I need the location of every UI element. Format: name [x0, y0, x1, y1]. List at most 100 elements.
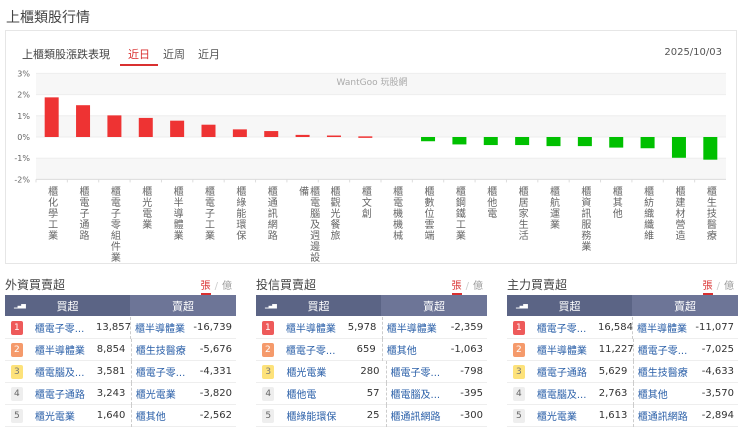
sell-sector-link[interactable]: 櫃半導體業	[135, 320, 193, 335]
bar-chart-icon[interactable]: ▁▃▅	[265, 302, 277, 309]
table-row: 3 櫃電子通路 5,629 櫃生技醫療 -4,633	[507, 360, 738, 383]
sell-sector-link[interactable]: 櫃其他	[136, 408, 200, 423]
rank-badge: 2	[513, 342, 525, 357]
buy-header: 買超	[558, 299, 581, 313]
buy-value: 5,978	[347, 322, 377, 333]
buy-sector-link[interactable]: 櫃電子通路	[537, 364, 599, 379]
bar[interactable]	[609, 137, 624, 148]
sell-sector-link[interactable]: 櫃電子零...	[638, 342, 702, 357]
sell-sector-link[interactable]: 櫃通訊網路	[391, 408, 455, 423]
buy-value: 1,613	[598, 410, 628, 421]
bar[interactable]	[358, 136, 373, 138]
sell-header: 賣超	[172, 299, 194, 313]
buy-sector-link[interactable]: 櫃光電業	[537, 408, 599, 423]
buy-sector-link[interactable]: 櫃電腦及...	[537, 386, 599, 401]
buy-sector-link[interactable]: 櫃光電業	[286, 364, 351, 379]
x-tick-label: 櫃其他	[610, 186, 622, 219]
sell-sector-link[interactable]: 櫃半導體業	[387, 320, 451, 335]
tab-day[interactable]: 近日	[120, 46, 158, 66]
bar[interactable]	[201, 124, 216, 137]
bar[interactable]	[138, 117, 153, 137]
buy-sector-link[interactable]: 櫃綠能環保	[286, 408, 351, 423]
bar[interactable]	[76, 105, 91, 137]
unit-billion-toggle[interactable]: 億	[724, 281, 734, 292]
buy-sector-link[interactable]: 櫃電子零...	[286, 342, 348, 357]
bar[interactable]	[546, 137, 561, 147]
sell-sector-link[interactable]: 櫃半導體業	[637, 320, 695, 335]
bar[interactable]	[421, 137, 436, 142]
buy-value: 1,640	[96, 410, 126, 421]
unit-lots-toggle[interactable]: 張	[200, 281, 211, 295]
bar[interactable]	[107, 115, 122, 137]
tab-month[interactable]: 近月	[198, 46, 220, 62]
buy-sector-link[interactable]: 櫃半導體業	[286, 320, 348, 335]
sell-sector-link[interactable]: 櫃光電業	[136, 386, 200, 401]
sell-sector-link[interactable]: 櫃電子零...	[136, 364, 200, 379]
x-tick-label: 櫃電腦及週邊設備	[296, 186, 319, 263]
bar[interactable]	[671, 137, 686, 158]
bar[interactable]	[295, 134, 310, 137]
sell-sector-link[interactable]: 櫃生技醫療	[136, 342, 200, 357]
sell-value: -1,063	[450, 344, 483, 355]
unit-lots-toggle[interactable]: 張	[451, 281, 462, 295]
table-row: 1 櫃電子零... 16,584 櫃半導體業 -11,077	[507, 316, 738, 339]
sell-sector-link[interactable]: 櫃其他	[387, 342, 451, 357]
bar[interactable]	[483, 137, 498, 146]
sell-value: -7,025	[701, 344, 734, 355]
sell-sector-link[interactable]: 櫃其他	[638, 386, 702, 401]
sell-sector-link[interactable]: 櫃電腦及...	[391, 386, 455, 401]
sell-value: -2,894	[701, 410, 734, 421]
bar[interactable]	[452, 137, 467, 145]
bar[interactable]	[703, 137, 718, 160]
buy-sector-link[interactable]: 櫃電子零...	[35, 320, 96, 335]
bar[interactable]	[326, 135, 341, 138]
sell-sector-link[interactable]: 櫃通訊網路	[638, 408, 702, 423]
rank-badge: 1	[11, 320, 23, 335]
buy-sector-link[interactable]: 櫃電腦及...	[35, 364, 97, 379]
x-tick-label: 櫃電子零組件業	[108, 186, 120, 263]
x-tick-label: 櫃資訊服務業	[578, 186, 590, 252]
rank-badge: 4	[11, 386, 23, 401]
table-row: 4 櫃電腦及... 2,763 櫃其他 -3,570	[507, 382, 738, 405]
table-row: 5 櫃光電業 1,613 櫃通訊網路 -2,894	[507, 404, 738, 427]
rank-badge: 4	[513, 386, 525, 401]
buy-value: 5,629	[598, 366, 628, 377]
sell-sector-link[interactable]: 櫃電子零...	[391, 364, 455, 379]
sector-performance-card: 3% 2% 1% 0% -1% -2% WantGoo 玩股網 櫃化學工業 櫃電子通路 櫃電子零…	[5, 30, 737, 264]
x-tick-label: 櫃數位雲端	[422, 186, 434, 241]
buy-value: 3,243	[96, 388, 126, 399]
rank-badge: 3	[513, 364, 525, 379]
buy-sector-link[interactable]: 櫃電子通路	[35, 386, 97, 401]
unit-billion-toggle[interactable]: 億	[473, 281, 483, 292]
bar-chart-icon[interactable]: ▁▃▅	[14, 302, 26, 309]
bar[interactable]	[640, 137, 655, 149]
rank-badge: 2	[262, 342, 274, 357]
tab-week[interactable]: 近周	[163, 46, 185, 62]
buy-value: 2,763	[598, 388, 628, 399]
sell-value: -395	[460, 388, 483, 399]
bar[interactable]	[515, 137, 530, 146]
rank-badge: 3	[262, 364, 275, 379]
buy-sector-link[interactable]: 櫃電子零...	[537, 320, 598, 335]
rank-badge: 5	[262, 408, 275, 423]
bar[interactable]	[232, 129, 247, 137]
buy-sector-link[interactable]: 櫃半導體業	[537, 342, 599, 357]
sell-sector-link[interactable]: 櫃生技醫療	[638, 364, 702, 379]
y-tick-label: 3%	[17, 69, 30, 78]
sell-value: -2,359	[450, 322, 483, 333]
y-tick-label: 1%	[17, 112, 30, 121]
bar[interactable]	[44, 97, 59, 137]
sell-value: -3,820	[199, 388, 232, 399]
bar[interactable]	[264, 131, 279, 137]
unit-lots-toggle[interactable]: 張	[702, 281, 713, 295]
buy-sector-link[interactable]: 櫃半導體業	[35, 342, 97, 357]
sell-header: 賣超	[423, 299, 445, 313]
table-row: 5 櫃光電業 1,640 櫃其他 -2,562	[5, 404, 236, 427]
bar[interactable]	[577, 137, 592, 147]
buy-sector-link[interactable]: 櫃他電	[286, 386, 351, 401]
bar-chart-icon[interactable]: ▁▃▅	[516, 302, 528, 309]
unit-billion-toggle[interactable]: 億	[222, 281, 232, 292]
bar[interactable]	[170, 120, 185, 137]
buy-header: 買超	[56, 299, 79, 313]
buy-sector-link[interactable]: 櫃光電業	[35, 408, 97, 423]
